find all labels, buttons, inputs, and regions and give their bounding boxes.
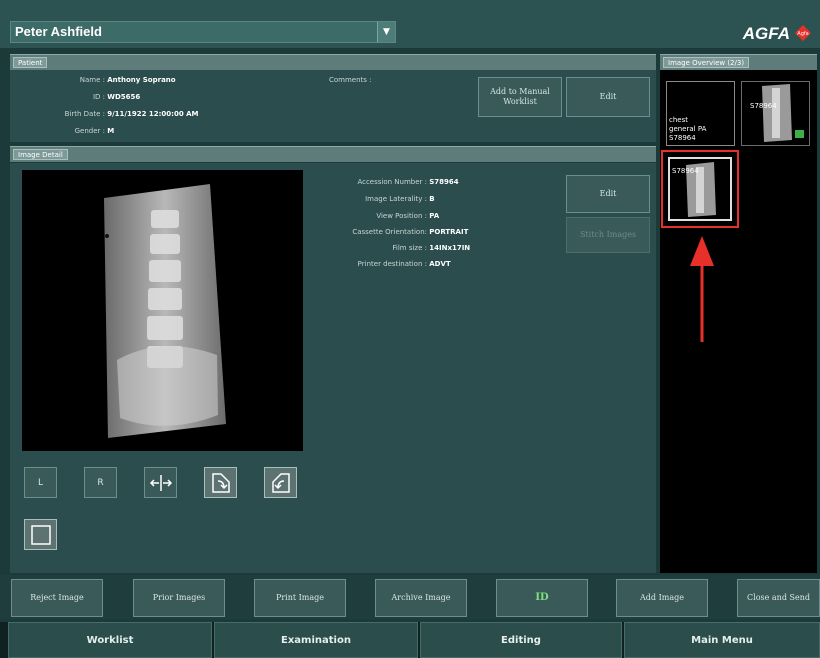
svg-text:Agfa: Agfa [797,31,808,37]
xray-image[interactable] [22,170,303,451]
close-and-send-button[interactable]: Close and Send [737,579,820,617]
accession-row: Accession Number : S78964 [357,178,459,186]
tab-editing[interactable]: Editing [420,622,622,658]
image-detail-section-label: Image Detail [13,149,68,160]
tab-worklist[interactable]: Worklist [8,622,212,658]
view-position-row: View Position : PA [376,212,440,220]
main-tab-bar: Worklist Examination Editing Main Menu [0,622,820,658]
image-detail-header: Image Detail [10,146,656,162]
cassette-row: Cassette Orientation: PORTRAIT [352,228,469,236]
tab-examination[interactable]: Examination [214,622,418,658]
stitch-images-button[interactable]: Stitch Images [566,217,650,253]
thumbnail-chest-text: chest general PA S78964 [669,116,707,142]
edit-image-button[interactable]: Edit [566,175,650,213]
cassette-orientation: PORTRAIT [429,228,469,236]
printer-destination: ADVT [429,260,451,268]
image-overview-header: Image Overview (2/3) [660,54,817,70]
archive-image-button[interactable]: Archive Image [375,579,467,617]
printer-row: Printer destination : ADVT [357,260,451,268]
add-to-manual-worklist-button[interactable]: Add to Manual Worklist [478,77,562,117]
rotate-counterclockwise-button[interactable] [264,467,297,498]
agfa-rhombus-icon: Agfa [795,25,811,41]
patient-comments: Comments : [329,76,372,84]
patient-header: Patient [10,54,656,70]
patient-name-row: Name : Anthony Soprano [79,76,176,84]
thumbnail-xray [762,84,804,142]
shutter-button[interactable] [24,519,57,550]
rotate-counterclockwise-icon [271,472,290,493]
thumbnail-lumbar-selected[interactable]: S78964 [668,157,732,221]
agfa-logo: AGFA [742,24,790,43]
image-overview-section-label: Image Overview (2/3) [663,57,750,68]
left-marker-button[interactable]: L [24,467,57,498]
thumbnail-selected-highlight[interactable]: S78964 [661,150,739,228]
film-size-row: Film size : 14INx17IN [392,244,471,252]
prior-images-button[interactable]: Prior Images [133,579,225,617]
user-name: Peter Ashfield [15,24,102,39]
user-dropdown[interactable]: Peter Ashfield ▼ [10,21,396,43]
thumbnail-lumbar-2[interactable]: S78964 [741,81,810,146]
tab-main-menu[interactable]: Main Menu [624,622,820,658]
top-bar: Peter Ashfield ▼ AGFA Agfa [0,0,820,48]
chevron-down-icon[interactable]: ▼ [377,22,395,42]
patient-name: Anthony Soprano [107,76,176,84]
patient-birth-row: Birth Date : 9/11/1922 12:00:00 AM [64,110,199,118]
rotate-clockwise-icon [211,472,230,493]
flip-horizontal-button[interactable] [144,467,177,498]
patient-id-row: ID : WD5656 [92,93,141,101]
rotate-clockwise-button[interactable] [204,467,237,498]
print-image-button[interactable]: Print Image [254,579,346,617]
patient-id: WD5656 [107,93,141,101]
flip-horizontal-icon [149,474,172,491]
patient-gender-row: Gender : M [74,127,115,135]
right-marker-button[interactable]: R [84,467,117,498]
xray-lumbar-spine [104,184,226,438]
add-image-button[interactable]: Add Image [616,579,708,617]
shutter-square-icon [30,524,51,545]
laterality-row: Image Laterality : B [365,195,435,203]
view-position: PA [429,212,440,220]
thumbnail-chest[interactable]: chest general PA S78964 [666,81,735,146]
image-laterality: B [429,195,435,203]
patient-gender: M [107,127,115,135]
red-arrow-annotation [690,236,714,342]
id-button[interactable]: ID [496,579,588,617]
accession-number: S78964 [429,178,459,186]
edit-patient-button[interactable]: Edit [566,77,650,117]
film-size: 14INx17IN [429,244,471,252]
reject-image-button[interactable]: Reject Image [11,579,103,617]
patient-birth-date: 9/11/1922 12:00:00 AM [107,110,199,118]
patient-section-label: Patient [13,57,48,68]
